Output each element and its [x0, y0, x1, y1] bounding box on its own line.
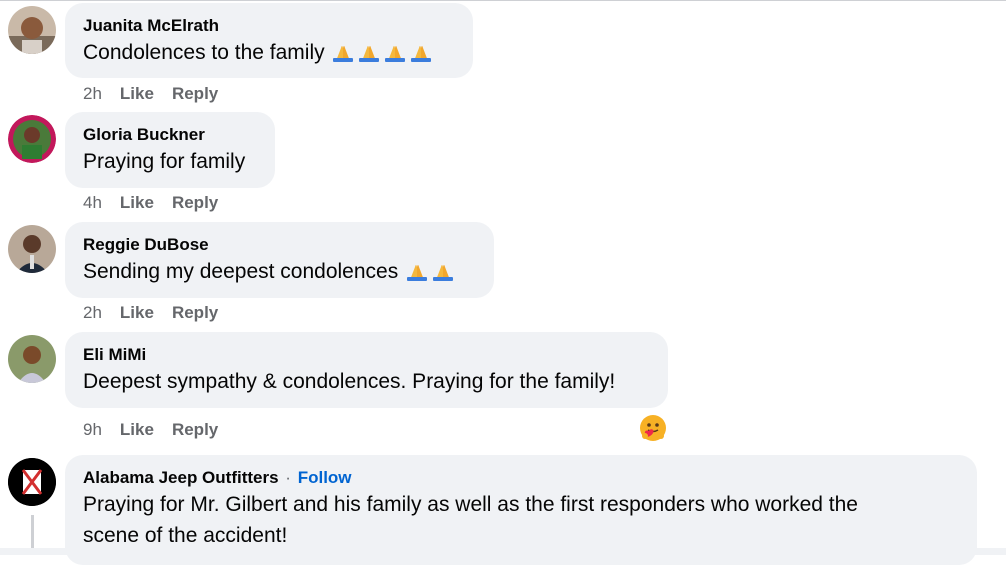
comment-author[interactable]: Reggie DuBose [83, 234, 476, 256]
comment-text-line-1: Praying for Mr. Gilbert and his family a… [83, 493, 858, 516]
avatar[interactable] [8, 6, 56, 54]
like-button[interactable]: Like [120, 303, 154, 322]
top-divider [0, 0, 1006, 1]
comment-author[interactable]: Eli MiMi [83, 344, 650, 366]
comment-time[interactable]: 9h [83, 420, 102, 439]
praying-hands-emoji-group [404, 260, 456, 283]
like-button[interactable]: Like [120, 420, 154, 439]
like-button[interactable]: Like [120, 193, 154, 212]
praying-hands-icon [404, 259, 430, 281]
separator-dot: · [285, 468, 291, 487]
comment-bubble: Eli MiMi Deepest sympathy & condolences.… [65, 332, 668, 408]
comment-time[interactable]: 2h [83, 303, 102, 322]
avatar[interactable] [8, 225, 56, 273]
avatar[interactable] [8, 335, 56, 383]
comment-text: Condolences to the family [83, 38, 455, 68]
praying-hands-icon [382, 40, 408, 62]
comment-text-line-2: scene of the accident! [83, 524, 288, 547]
comment-actions: 4h Like Reply [83, 192, 236, 214]
care-reaction-icon[interactable] [639, 414, 667, 442]
comment-text: Deepest sympathy & condolences. Praying … [83, 370, 616, 393]
comment-bubble: Juanita McElrath Condolences to the fami… [65, 3, 473, 78]
comment-actions: 2h Like Reply [83, 302, 236, 324]
comment-author[interactable]: Alabama Jeep Outfitters [83, 468, 279, 487]
follow-button[interactable]: Follow [298, 468, 352, 487]
reply-button[interactable]: Reply [172, 420, 218, 439]
comment-bubble: Reggie DuBose Sending my deepest condole… [65, 222, 494, 298]
reply-button[interactable]: Reply [172, 193, 218, 212]
like-button[interactable]: Like [120, 84, 154, 103]
reply-button[interactable]: Reply [172, 84, 218, 103]
praying-hands-icon [430, 259, 456, 281]
comment-author[interactable]: Juanita McElrath [83, 15, 455, 37]
comment-author[interactable]: Gloria Buckner [83, 124, 257, 146]
comment-actions: 9h Like Reply [83, 419, 236, 441]
comment-text: Sending my deepest condolences [83, 257, 476, 287]
reply-button[interactable]: Reply [172, 303, 218, 322]
comment-time[interactable]: 2h [83, 84, 102, 103]
praying-hands-icon [356, 40, 382, 62]
praying-hands-icon [408, 40, 434, 62]
praying-hands-emoji-group [330, 41, 434, 64]
comment-bubble: Gloria Buckner Praying for family [65, 112, 275, 188]
comment-actions: 2h Like Reply [83, 83, 236, 105]
comment-author-row: Alabama Jeep Outfitters · Follow [83, 467, 959, 489]
avatar[interactable] [8, 458, 56, 506]
comment-text: Praying for family [83, 150, 246, 173]
avatar[interactable] [8, 115, 56, 163]
comment-time[interactable]: 4h [83, 193, 102, 212]
bottom-divider [0, 548, 1006, 555]
praying-hands-icon [330, 40, 356, 62]
